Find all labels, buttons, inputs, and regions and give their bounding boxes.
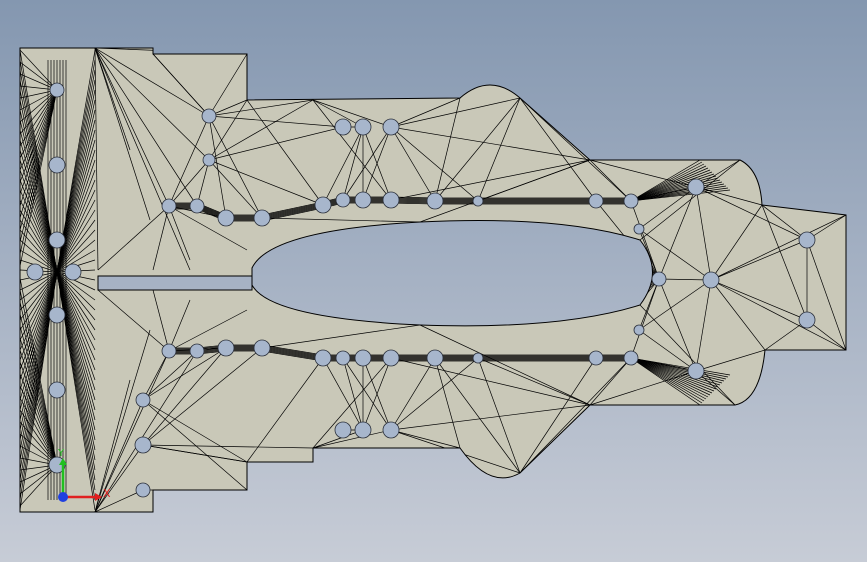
mesh-node	[314, 349, 332, 367]
mesh-node	[588, 193, 604, 209]
mesh-node	[354, 421, 372, 439]
mesh-node	[217, 339, 235, 357]
mesh-node	[702, 271, 720, 289]
mesh-node	[64, 263, 82, 281]
mesh-node	[217, 209, 235, 227]
mesh-node	[623, 193, 639, 209]
mesh-node	[48, 156, 66, 174]
mesh-node	[588, 350, 604, 366]
mesh-node	[201, 108, 217, 124]
mesh-node	[134, 436, 152, 454]
mesh-node	[48, 231, 66, 249]
graphics-viewport[interactable]: X Y	[0, 0, 867, 562]
mesh-node	[354, 191, 372, 209]
mesh-node	[623, 350, 639, 366]
mesh-node	[161, 343, 177, 359]
mesh-node	[334, 118, 352, 136]
mesh-node	[472, 195, 484, 207]
mesh-node	[633, 223, 645, 235]
mesh-node	[135, 482, 151, 498]
mesh-node	[354, 349, 372, 367]
mesh-node	[472, 352, 484, 364]
mesh-node	[135, 392, 151, 408]
mesh-node	[335, 350, 351, 366]
mesh-node	[334, 421, 352, 439]
mesh-node	[48, 381, 66, 399]
mesh-node	[382, 421, 400, 439]
mesh-node	[382, 349, 400, 367]
mesh-node	[314, 196, 332, 214]
mesh-node	[202, 153, 216, 167]
y-axis-label: Y	[57, 448, 65, 459]
mesh-node	[687, 178, 705, 196]
mesh-node	[49, 82, 65, 98]
mesh-node	[189, 198, 205, 214]
mesh-node	[633, 324, 645, 336]
mesh-node	[335, 192, 351, 208]
mesh-node	[687, 362, 705, 380]
mesh-node	[161, 198, 177, 214]
mesh-node	[189, 343, 205, 359]
mesh-node	[798, 231, 816, 249]
mesh-model[interactable]: X Y	[0, 0, 867, 562]
mesh-node	[382, 118, 400, 136]
mesh-node	[253, 339, 271, 357]
mesh-node	[26, 263, 44, 281]
mesh-node	[382, 191, 400, 209]
z-axis-dot	[58, 492, 68, 502]
mesh-node	[426, 349, 444, 367]
mesh-node	[651, 271, 667, 287]
mesh-node	[354, 118, 372, 136]
x-axis-label: X	[103, 487, 111, 500]
mesh-node	[798, 311, 816, 329]
mesh-node	[253, 209, 271, 227]
mesh-node	[426, 192, 444, 210]
mesh-node	[48, 306, 66, 324]
